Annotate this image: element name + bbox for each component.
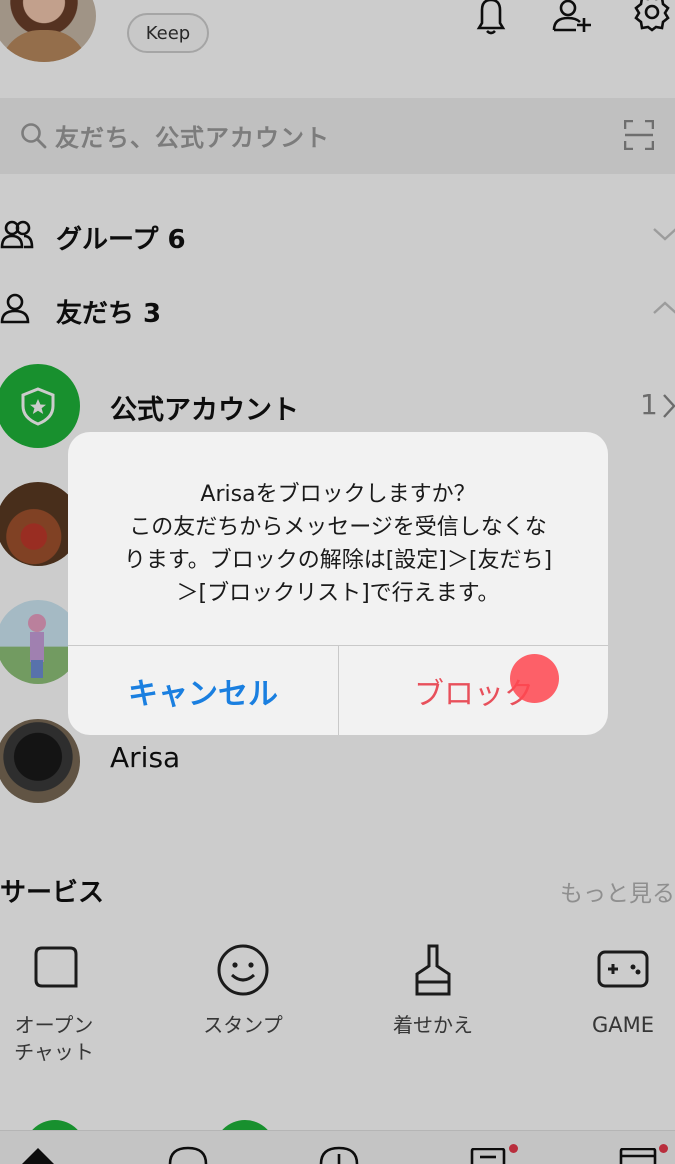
- cancel-button[interactable]: キャンセル: [68, 646, 338, 735]
- block-button[interactable]: ブロック: [339, 646, 608, 735]
- touch-indicator: [510, 654, 559, 703]
- dialog-message: Arisaをブロックしますか？ この友だちからメッセージを受信しなくな ります。…: [123, 482, 553, 606]
